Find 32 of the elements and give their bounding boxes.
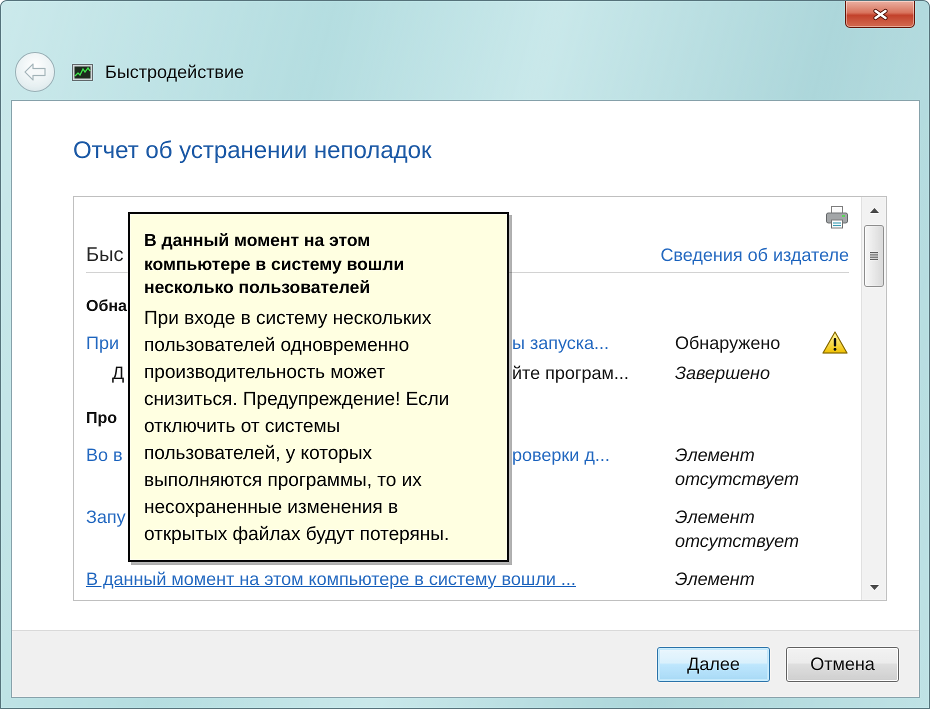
dialog-button[interactable]: Далее xyxy=(657,646,770,682)
section-header: Обна xyxy=(86,297,127,317)
detail-text: йте програм... xyxy=(512,363,629,383)
status-text: Элемент отсутствует xyxy=(675,445,799,489)
grip-icon xyxy=(870,252,878,260)
status-text: Элемент xyxy=(675,569,755,589)
arrow-up-icon xyxy=(870,208,878,212)
report-title: Быс xyxy=(86,243,124,268)
publisher-link[interactable]: Сведения об издателе xyxy=(660,243,849,267)
status-text: Завершено xyxy=(675,363,770,383)
close-button[interactable] xyxy=(845,1,915,28)
report-link[interactable]: ы запуска... xyxy=(512,333,610,353)
status-text: Обнаружено xyxy=(675,333,780,353)
printer-icon[interactable] xyxy=(825,205,849,229)
section-header: Про xyxy=(86,409,118,429)
window-title: Быстродействие xyxy=(105,62,244,82)
report-link[interactable]: Во в xyxy=(86,445,123,465)
status-text: Элемент отсутствует xyxy=(675,507,799,551)
report-link[interactable]: Запу xyxy=(86,507,126,527)
arrow-down-icon xyxy=(870,584,878,590)
monitor-icon xyxy=(72,64,93,80)
close-icon xyxy=(872,8,888,20)
back-arrow-icon xyxy=(24,63,46,81)
scrollbar-thumb[interactable] xyxy=(864,225,884,287)
detail-text: Д xyxy=(112,363,124,383)
report-link[interactable]: При xyxy=(86,333,120,353)
report-link[interactable]: роверки д... xyxy=(512,445,610,465)
tooltip-title: В данный момент на этом компьютере в систему вошли несколько пользователей xyxy=(144,229,406,299)
dialog-button[interactable]: Отмена xyxy=(786,646,899,682)
tooltip-text: При входе в систему нескольких пользователей одновременно производительность может снизиться. Предупреждение! Если отключить от системы пользователей, у которых выполняются программы, то их несохраненные изменения в открытых файлах будут потеряны. xyxy=(144,306,450,546)
report-link[interactable]: В данный момент на этом компьютере в систему вошли ... xyxy=(86,569,576,589)
page-heading: Отчет об устранении неполадок xyxy=(73,137,432,165)
